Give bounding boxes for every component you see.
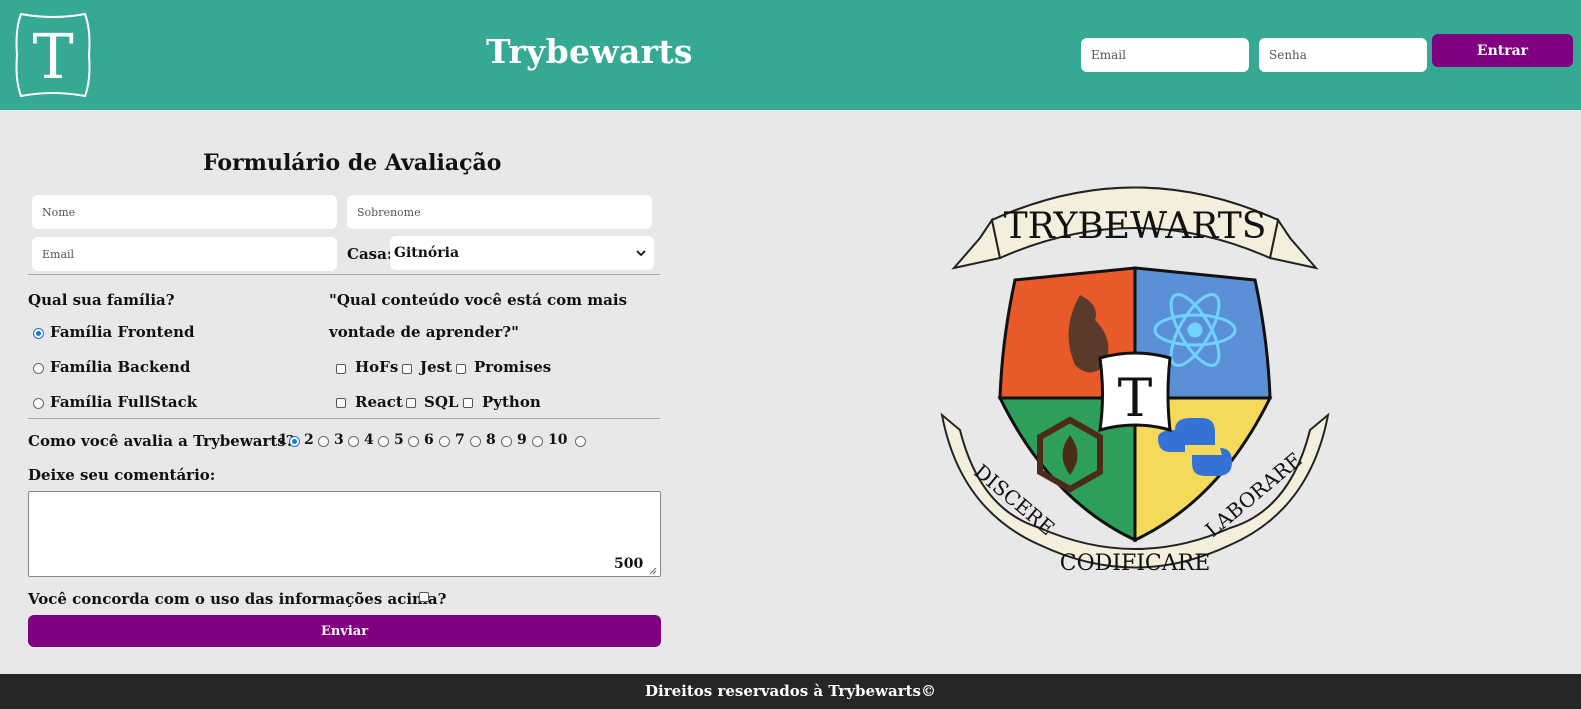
rating-number-8: 8 (486, 432, 496, 448)
family-label-fullstack: Família FullStack (50, 393, 198, 411)
rating-number-7: 7 (455, 432, 465, 448)
comment-textarea[interactable] (28, 491, 661, 577)
subject-checkbox-sql[interactable] (406, 398, 416, 408)
crest-center-letter: T (1118, 369, 1153, 429)
rating-number-6: 6 (424, 432, 434, 448)
resize-handle-icon[interactable] (649, 567, 657, 575)
rating-label: Como você avalia a Trybewarts? (28, 432, 295, 450)
site-title: Trybewarts (486, 32, 693, 71)
family-question: Qual sua família? (28, 291, 175, 309)
rating-number-1: 1 (278, 432, 288, 448)
header: T Trybewarts Entrar (0, 0, 1581, 110)
subject-checkbox-react[interactable] (336, 398, 346, 408)
rating-radio-10[interactable] (575, 436, 586, 447)
login-button[interactable]: Entrar (1432, 34, 1573, 67)
rating-radio-9[interactable] (532, 436, 543, 447)
rating-radio-4[interactable] (378, 436, 389, 447)
char-counter: 500 (614, 556, 644, 572)
content-question-line1: "Qual conteúdo você está com mais (329, 291, 628, 309)
rating-number-9: 9 (517, 432, 527, 448)
login-email-input[interactable] (1081, 38, 1249, 72)
family-label-frontend: Família Frontend (50, 323, 195, 341)
house-selected-value: Gitnória (394, 245, 460, 261)
content-question-line2: vontade de aprender?" (329, 323, 519, 341)
rating-radio-7[interactable] (470, 436, 481, 447)
rating-radio-6[interactable] (439, 436, 450, 447)
subject-label-hofs: HoFs (355, 358, 399, 376)
submit-button[interactable]: Enviar (28, 615, 661, 647)
rating-radio-2[interactable] (318, 436, 329, 447)
email-input[interactable] (32, 237, 337, 271)
svg-text:T: T (32, 20, 73, 93)
rating-number-5: 5 (394, 432, 404, 448)
family-label-backend: Família Backend (50, 358, 191, 376)
rating-number-3: 3 (334, 432, 344, 448)
rating-radio-1[interactable] (289, 436, 300, 447)
subject-label-python: Python (482, 393, 541, 411)
crest-banner-text: TRYBEWARTS (1004, 206, 1267, 247)
family-radio-frontend[interactable] (33, 328, 44, 339)
rating-radio-3[interactable] (348, 436, 359, 447)
login-password-input[interactable] (1259, 38, 1427, 72)
agreement-checkbox[interactable] (419, 592, 429, 602)
rating-number-2: 2 (304, 432, 314, 448)
agreement-label: Você concorda com o uso das informações … (28, 590, 447, 608)
name-input[interactable] (32, 195, 337, 229)
divider (28, 418, 660, 419)
footer: Direitos reservados à Trybewarts© (0, 674, 1581, 709)
form-title: Formulário de Avaliação (203, 150, 502, 176)
comment-label: Deixe seu comentário: (28, 466, 216, 484)
rating-radio-8[interactable] (501, 436, 512, 447)
subject-checkbox-hofs[interactable] (336, 364, 346, 374)
subject-checkbox-python[interactable] (463, 398, 473, 408)
subject-checkbox-promises[interactable] (456, 364, 466, 374)
house-label: Casa: (347, 245, 393, 263)
subject-label-react: React (355, 393, 403, 411)
rating-number-4: 4 (364, 432, 374, 448)
trybewarts-crest-image: TRYBEWARTS T DISCERE CODIFICARE LABORARE (940, 186, 1330, 576)
family-radio-backend[interactable] (33, 363, 44, 374)
subject-label-promises: Promises (474, 358, 552, 376)
trybewarts-logo: T (15, 12, 91, 98)
subject-checkbox-jest[interactable] (402, 364, 412, 374)
family-radio-fullstack[interactable] (33, 398, 44, 409)
rating-number-10: 10 (548, 432, 568, 448)
motto-center: CODIFICARE (1060, 551, 1211, 576)
rating-radio-5[interactable] (408, 436, 419, 447)
surname-input[interactable] (347, 195, 652, 229)
subject-label-sql: SQL (424, 393, 459, 411)
chevron-down-icon (636, 249, 646, 256)
divider (28, 274, 660, 275)
subject-label-jest: Jest (420, 358, 453, 376)
house-select[interactable]: Gitnória (390, 236, 654, 270)
